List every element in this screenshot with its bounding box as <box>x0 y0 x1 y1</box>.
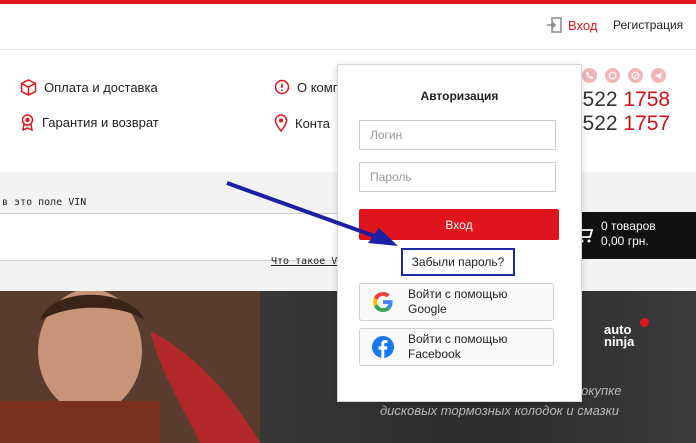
google-login-button[interactable]: Войти с помощью Google <box>359 283 554 321</box>
submit-login-button[interactable]: Вход <box>359 209 559 240</box>
phone-2-suffix: 1757 <box>623 112 671 135</box>
contact-icons <box>582 68 666 83</box>
password-field[interactable] <box>359 162 556 192</box>
google-button-text: Войти с помощью Google <box>408 287 507 317</box>
facebook-line-2: Facebook <box>408 347 461 361</box>
auth-popup: Авторизация Вход Забыли пароль? Войти с … <box>337 64 582 402</box>
menu-contacts[interactable]: Конта <box>274 114 330 132</box>
cart-count: 0 товаров <box>601 219 656 233</box>
promo-text-2: дисковых тормозных колодок и смазки <box>380 403 620 418</box>
telegram-icon[interactable] <box>651 68 666 83</box>
phone-icon[interactable] <box>582 68 597 83</box>
login-link[interactable]: Вход <box>546 16 597 34</box>
facebook-icon <box>369 333 397 361</box>
google-icon <box>369 288 397 316</box>
menu-warranty-label: Гарантия и возврат <box>42 115 159 130</box>
header: Вход Регистрация <box>0 0 696 50</box>
brand-line-2: ninja <box>604 334 635 349</box>
menu-warranty[interactable]: Гарантия и возврат <box>20 114 159 131</box>
facebook-button-text: Войти с помощью Facebook <box>408 332 507 362</box>
warning-icon <box>274 79 290 95</box>
google-line-1: Войти с помощью <box>408 287 508 301</box>
auth-title: Авторизация <box>420 89 499 103</box>
promo-person-image <box>0 291 260 443</box>
viber-icon[interactable] <box>605 68 620 83</box>
box-icon <box>20 79 37 96</box>
register-link[interactable]: Регистрация <box>613 18 683 32</box>
whatsapp-icon[interactable] <box>628 68 643 83</box>
forgot-password-link[interactable]: Забыли пароль? <box>401 248 515 276</box>
menu-contacts-label: Конта <box>295 115 331 131</box>
header-divider <box>0 49 696 50</box>
cart-sum: 0,00 грн. <box>601 234 649 248</box>
login-field[interactable] <box>359 120 556 150</box>
phone-1-suffix: 1758 <box>623 88 671 111</box>
facebook-login-button[interactable]: Войти с помощью Facebook <box>359 328 554 366</box>
award-icon <box>21 114 34 131</box>
facebook-line-1: Войти с помощью <box>408 332 508 346</box>
brand-dot <box>640 318 649 327</box>
menu-delivery[interactable]: Оплата и доставка <box>20 79 158 96</box>
brand-logo: auto ninja <box>604 318 649 349</box>
login-icon <box>547 17 562 33</box>
location-icon <box>274 114 288 132</box>
menu-delivery-label: Оплата и доставка <box>44 80 158 95</box>
login-label: Вход <box>568 17 598 33</box>
google-line-2: Google <box>408 302 447 316</box>
vin-hint: в это поле VIN <box>2 197 87 208</box>
